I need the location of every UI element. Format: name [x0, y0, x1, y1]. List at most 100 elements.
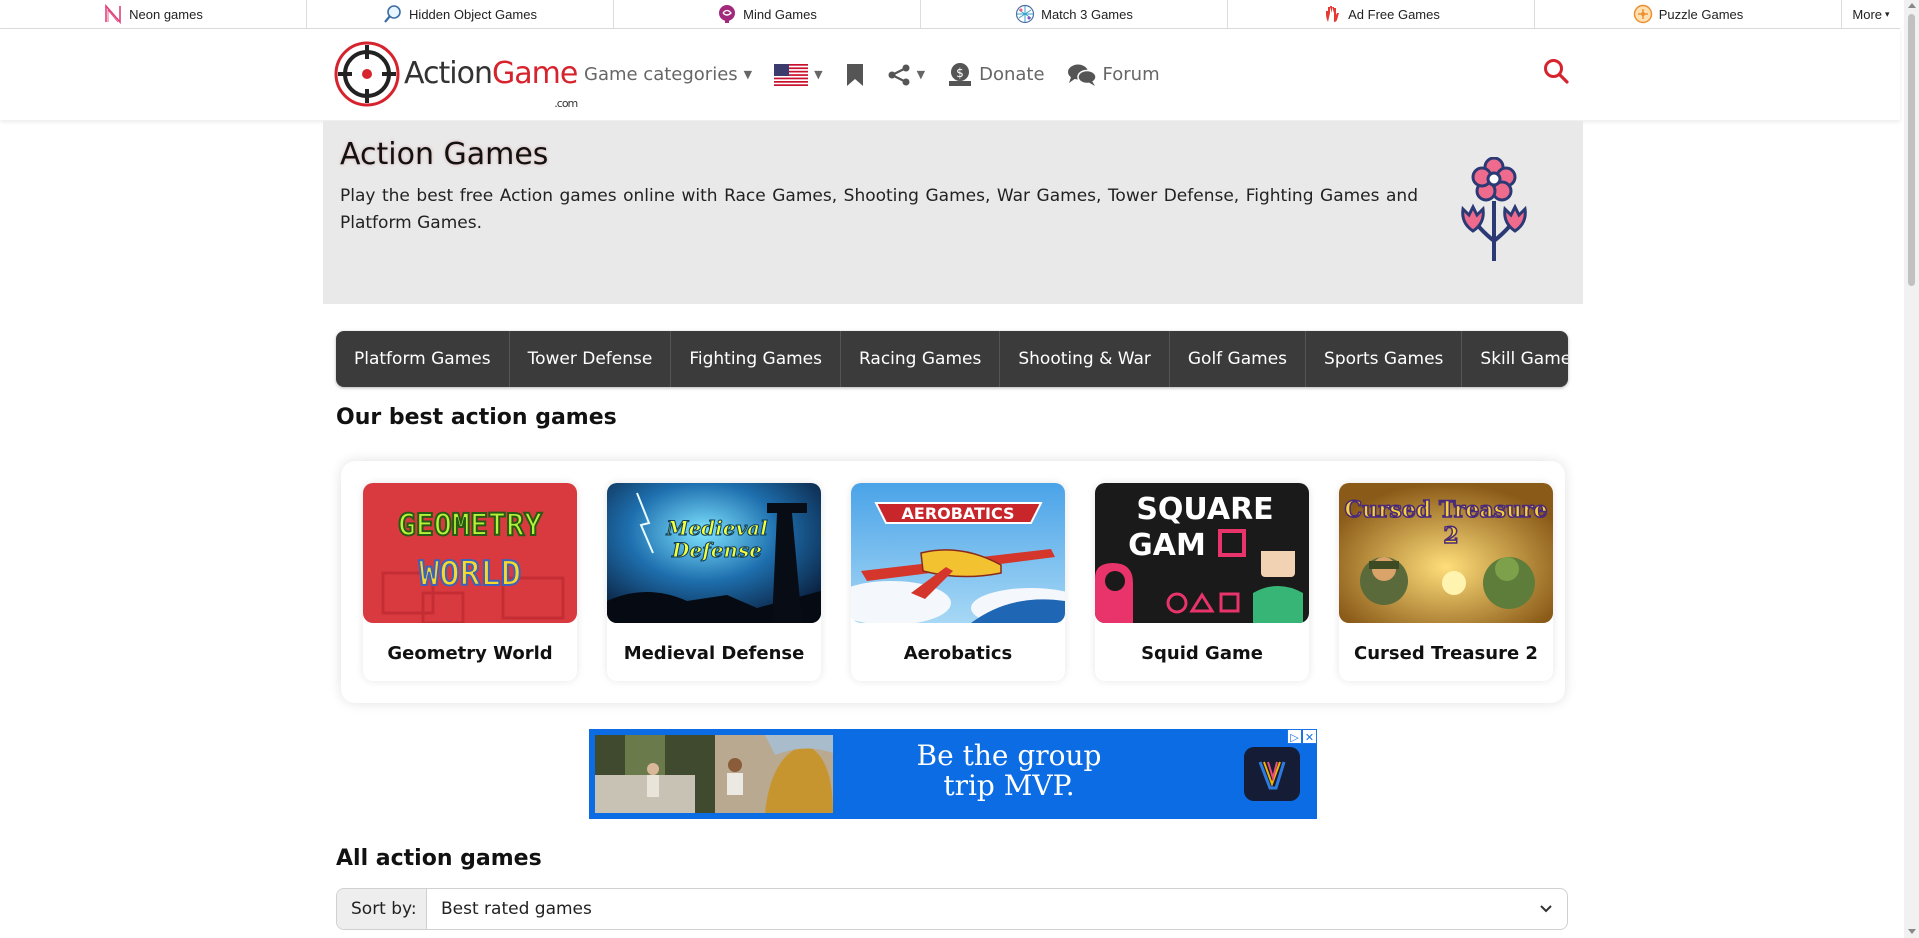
- ad-text-line: trip MVP.: [943, 769, 1075, 802]
- top-link-neon-games[interactable]: Neon games: [0, 0, 307, 28]
- scroll-up-arrow-icon[interactable]: [1908, 3, 1916, 8]
- crosshair-logo-icon: [334, 41, 400, 107]
- logo-part-game: Game: [491, 56, 578, 91]
- donate-label: Donate: [979, 64, 1045, 85]
- sort-select[interactable]: Best rated games: [427, 889, 1567, 929]
- top-link-ad-free-games[interactable]: Ad Free Games: [1228, 0, 1535, 28]
- search-icon: [1544, 59, 1569, 84]
- puzzle-icon: [1633, 4, 1652, 24]
- top-link-label: Ad Free Games: [1348, 6, 1440, 22]
- flower-icon: [1461, 157, 1527, 261]
- sort-control: Sort by: Best rated games: [336, 888, 1568, 930]
- top-link-hidden-object-games[interactable]: Hidden Object Games: [307, 0, 614, 28]
- logo-part-action: Action: [404, 56, 493, 91]
- game-categories-label: Game categories: [584, 64, 738, 85]
- venmo-v-icon: [1258, 761, 1286, 790]
- top-link-puzzle-games[interactable]: Puzzle Games: [1535, 0, 1842, 28]
- neon-n-icon: [105, 4, 121, 24]
- ad-brand-logo: [1244, 747, 1300, 801]
- game-categories-dropdown[interactable]: Game categories ▼: [584, 64, 752, 85]
- thumbnail-text: Cursed Treasure: [1344, 497, 1547, 523]
- tab-sports-games[interactable]: Sports Games: [1306, 331, 1463, 387]
- ad-headline: Be the group trip MVP.: [879, 741, 1139, 801]
- bookmark-icon: [846, 63, 863, 86]
- logo-wordmark: ActionGame .com: [404, 56, 578, 111]
- donate-link[interactable]: $ Donate: [947, 62, 1045, 88]
- tab-platform-games[interactable]: Platform Games: [336, 331, 510, 387]
- share-dropdown[interactable]: ▼: [887, 64, 925, 86]
- ad-photo: [595, 735, 833, 813]
- sort-selected-value: Best rated games: [441, 899, 592, 919]
- us-flag-icon: [774, 63, 809, 86]
- hand-icon: [1326, 6, 1340, 22]
- brain-icon: [719, 5, 736, 23]
- thumbnail-text: WORLD: [419, 554, 521, 594]
- game-thumbnail: Medieval Defense: [607, 483, 821, 623]
- thumbnail-text: Defense: [671, 538, 762, 562]
- game-thumbnail: SQUARE GAM: [1095, 483, 1309, 623]
- game-title: Medieval Defense: [623, 643, 805, 664]
- game-title: Squid Game: [1141, 643, 1263, 664]
- ad-choices[interactable]: ▷ ✕: [1287, 729, 1317, 744]
- game-card-medieval-defense[interactable]: Medieval Defense Medieval Defense: [607, 483, 821, 681]
- game-card-cursed-treasure-2[interactable]: Cursed Treasure 2 Cursed Treasure 2: [1339, 483, 1553, 681]
- top-link-match3-games[interactable]: Match 3 Games: [921, 0, 1228, 28]
- more-label: More: [1852, 6, 1883, 22]
- top-link-label: Neon games: [129, 6, 203, 22]
- game-card-aerobatics[interactable]: AEROBATICS Aerobatics: [851, 483, 1065, 681]
- caret-down-icon: ▼: [916, 68, 926, 81]
- thumbnail-text: 2: [1443, 523, 1458, 549]
- ad-banner[interactable]: Be the group trip MVP. ▷ ✕: [589, 729, 1317, 819]
- match3-icon: [1016, 4, 1035, 24]
- ad-text-line: Be the group: [916, 739, 1102, 772]
- tab-fighting-games[interactable]: Fighting Games: [671, 331, 841, 387]
- game-title: Aerobatics: [903, 643, 1013, 664]
- tab-shooting-war[interactable]: Shooting & War: [1000, 331, 1170, 387]
- caret-down-icon: ▼: [814, 68, 823, 81]
- tab-skill-games[interactable]: Skill Games: [1462, 331, 1568, 387]
- language-dropdown[interactable]: ▼: [774, 63, 823, 86]
- more-dropdown[interactable]: More ▾: [1842, 0, 1900, 28]
- game-title: Geometry World: [387, 643, 553, 664]
- svg-text:$: $: [956, 66, 964, 80]
- tab-golf-games[interactable]: Golf Games: [1170, 331, 1307, 387]
- page-scrollbar[interactable]: [1904, 0, 1919, 938]
- top-link-label: Match 3 Games: [1041, 6, 1133, 22]
- game-card-squid-game[interactable]: SQUARE GAM Squid Game: [1095, 483, 1309, 681]
- tab-racing-games[interactable]: Racing Games: [841, 331, 1001, 387]
- game-thumbnail: AEROBATICS: [851, 483, 1065, 623]
- ad-close-icon[interactable]: ✕: [1302, 729, 1317, 744]
- forum-link[interactable]: Forum: [1067, 63, 1160, 87]
- forum-label: Forum: [1102, 64, 1160, 85]
- bookmark-button[interactable]: [845, 63, 865, 87]
- thumbnail-text: Medieval: [665, 516, 768, 540]
- comments-icon: [1067, 64, 1097, 86]
- page-title: Action Games: [340, 137, 549, 172]
- top-link-label: Puzzle Games: [1658, 6, 1744, 22]
- game-thumbnail: Cursed Treasure 2: [1339, 483, 1553, 623]
- caret-down-icon: ▾: [1885, 8, 1890, 19]
- donate-icon: $: [949, 62, 972, 86]
- tab-tower-defense[interactable]: Tower Defense: [510, 331, 672, 387]
- logo-suffix: .com: [554, 97, 578, 110]
- site-logo[interactable]: ActionGame .com: [334, 41, 578, 111]
- top-link-mind-games[interactable]: Mind Games: [614, 0, 921, 28]
- main-nav: Game categories ▼ ▼ ▼ $ Donate Forum: [584, 29, 1182, 120]
- thumbnail-text: AEROBATICS: [902, 504, 1015, 523]
- ad-choices-icon[interactable]: ▷: [1287, 729, 1302, 744]
- sort-label: Sort by:: [337, 889, 427, 929]
- thumbnail-text: GAM: [1128, 528, 1206, 563]
- chevron-down-icon: [1540, 905, 1552, 913]
- caret-down-icon: ▼: [743, 68, 753, 81]
- scrollbar-thumb[interactable]: [1908, 14, 1915, 286]
- scroll-down-arrow-icon[interactable]: [1908, 929, 1916, 934]
- game-card-geometry-world[interactable]: GEOMETRY WORLD Geometry World: [363, 483, 577, 681]
- top-links-bar: Neon games Hidden Object Games Mind Game…: [0, 0, 1900, 29]
- category-hero: Action Games Play the best free Action g…: [323, 121, 1583, 304]
- search-button[interactable]: [1543, 58, 1569, 88]
- page-description: Play the best free Action games online w…: [340, 186, 1418, 233]
- site-header: ActionGame .com Game categories ▼ ▼ ▼ $ …: [0, 29, 1900, 120]
- thumbnail-text: GEOMETRY: [398, 508, 543, 543]
- thumbnail-text: SQUARE: [1136, 492, 1273, 527]
- top-link-label: Hidden Object Games: [409, 6, 537, 22]
